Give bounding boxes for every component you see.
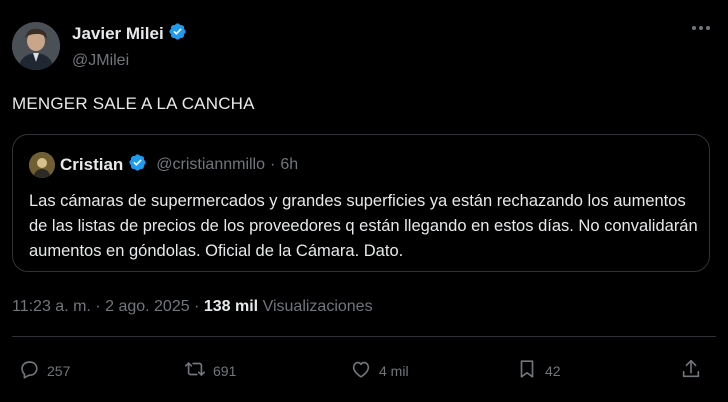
author-name[interactable]: Javier Milei: [72, 24, 164, 44]
bookmark-button[interactable]: 42: [516, 358, 561, 383]
quoted-author-avatar: [29, 152, 55, 178]
share-icon: [680, 358, 702, 383]
like-icon: [350, 358, 372, 383]
tweet-meta: 11:23 a. m. · 2 ago. 2025 · 138 mil Visu…: [12, 298, 373, 316]
verified-badge-icon: [128, 153, 147, 177]
bookmark-icon: [516, 358, 538, 383]
share-button[interactable]: [680, 358, 702, 383]
tweet-text: MENGER SALE A LA CANCHA: [12, 94, 255, 113]
meta-separator: ·: [95, 298, 101, 315]
bookmark-count: 42: [545, 362, 561, 379]
like-button[interactable]: 4 mil: [350, 358, 409, 383]
quoted-tweet-text: Las cámaras de supermercados y grandes s…: [29, 192, 698, 260]
reply-count: 257: [47, 362, 71, 379]
quoted-author-handle: @cristiannmillo: [156, 156, 266, 173]
views-count: 138 mil: [203, 298, 259, 315]
tweet-time[interactable]: 11:23 a. m.: [12, 298, 91, 315]
views-label: Visualizaciones: [262, 298, 373, 315]
quoted-author-name: Cristian: [60, 155, 124, 174]
quoted-tweet-header: Cristian @cristiannmillo · 6h: [29, 152, 298, 178]
tweet-date[interactable]: 2 ago. 2025: [105, 298, 190, 315]
divider: [12, 336, 716, 337]
like-count: 4 mil: [379, 362, 409, 379]
author-block: Javier Milei @JMilei: [72, 22, 187, 70]
repost-button[interactable]: 691: [184, 358, 236, 383]
author-avatar[interactable]: [12, 22, 60, 70]
quoted-meta-separator: ·: [270, 156, 276, 173]
reply-button[interactable]: 257: [18, 358, 70, 383]
author-handle[interactable]: @JMilei: [72, 52, 187, 70]
more-icon[interactable]: [692, 26, 710, 30]
quoted-tweet[interactable]: Cristian @cristiannmillo · 6h Las cámara…: [12, 134, 710, 272]
meta-separator: ·: [194, 298, 200, 315]
repost-count: 691: [213, 362, 237, 379]
action-bar: 257 691 4 mil 42: [0, 358, 728, 386]
quoted-time: 6h: [280, 156, 299, 173]
verified-badge-icon: [168, 22, 187, 46]
reply-icon: [18, 358, 40, 383]
repost-icon: [184, 358, 206, 383]
